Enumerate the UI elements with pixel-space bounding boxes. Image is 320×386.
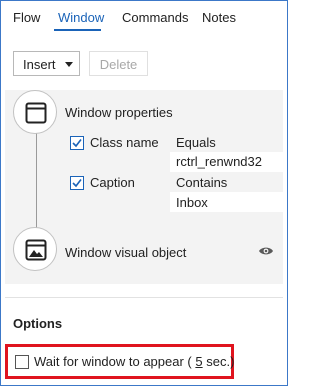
caption-checkbox[interactable] (70, 176, 84, 190)
tab-notes[interactable]: Notes (202, 10, 236, 25)
chevron-down-icon (65, 62, 73, 67)
tab-flow[interactable]: Flow (13, 10, 40, 25)
window-properties-node[interactable] (13, 90, 57, 134)
class-name-value: rctrl_renwnd32 (176, 154, 262, 169)
class-name-operator[interactable]: Equals (176, 135, 216, 150)
options-title: Options (13, 316, 63, 331)
tab-commands[interactable]: Commands (122, 10, 188, 25)
tab-bar: Flow Window Commands Notes (1, 1, 287, 31)
window-image-icon (25, 239, 47, 261)
caption-label: Caption (90, 175, 135, 190)
insert-button[interactable]: Insert (13, 51, 80, 76)
window-visual-object-node[interactable] (13, 227, 57, 271)
steps-connector-line (36, 127, 37, 237)
wait-prefix-text: Wait for window to appear ( (34, 354, 192, 369)
delete-button-label: Delete (99, 57, 138, 72)
wait-for-window-label: Wait for window to appear ( 5 sec.) (34, 354, 234, 369)
caption-value: Inbox (176, 195, 208, 210)
eye-icon[interactable] (258, 245, 274, 257)
wait-suffix-text: sec.) (202, 354, 235, 369)
class-name-value-field[interactable]: rctrl_renwnd32 (170, 152, 283, 172)
window-visual-object-title: Window visual object (65, 245, 187, 260)
class-name-label: Class name (90, 135, 159, 150)
class-name-checkbox[interactable] (70, 136, 84, 150)
window-icon (25, 102, 47, 124)
caption-value-field[interactable]: Inbox (170, 192, 283, 212)
insert-button-label: Insert (23, 57, 56, 72)
checkmark-icon (72, 179, 82, 188)
delete-button[interactable]: Delete (89, 51, 148, 76)
window-properties-title: Window properties (65, 105, 173, 120)
window-dialog: Flow Window Commands Notes Insert Delete… (0, 0, 288, 386)
caption-operator[interactable]: Contains (176, 175, 227, 190)
wait-seconds-input[interactable]: 5 (195, 354, 202, 369)
divider (5, 297, 283, 298)
tab-window[interactable]: Window (58, 10, 104, 25)
active-tab-indicator (54, 29, 101, 31)
wait-for-window-checkbox[interactable] (15, 355, 29, 369)
checkmark-icon (72, 139, 82, 148)
